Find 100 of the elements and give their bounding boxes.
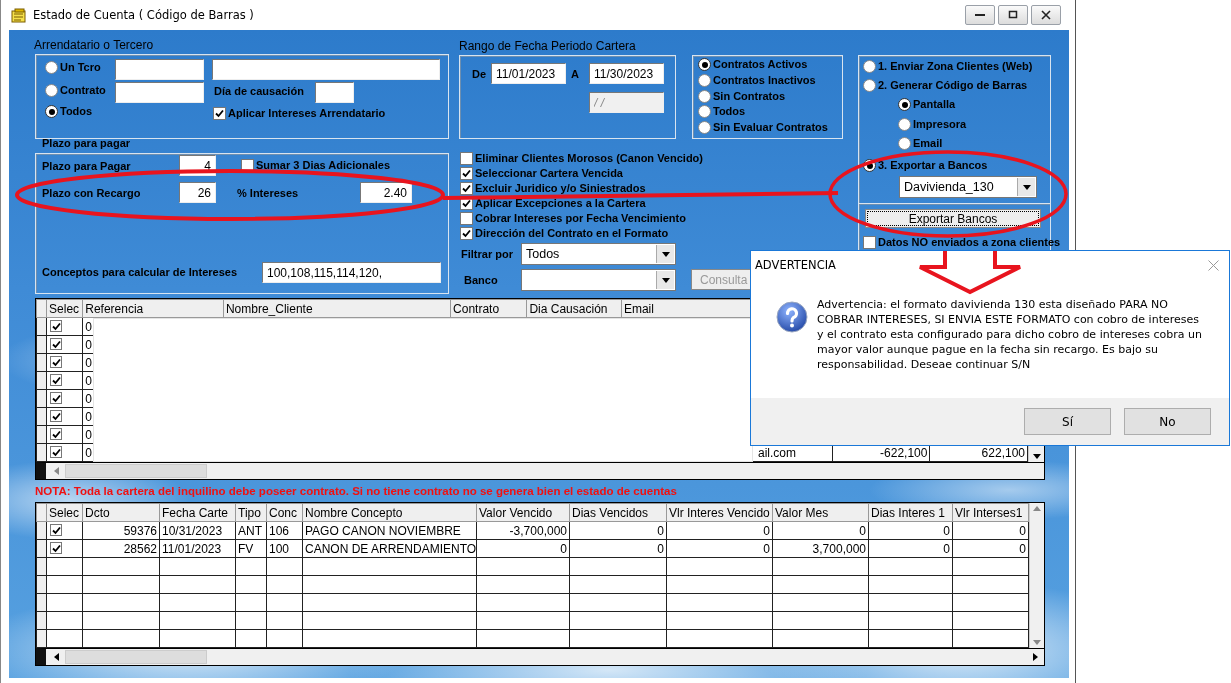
horizontal-scrollbar[interactable] [36,462,1044,479]
field-label: Plazo con Recargo [42,186,141,200]
minimize-button[interactable] [965,5,995,25]
group-label: Arrendatario o Tercero [34,38,154,52]
checkbox[interactable] [50,392,63,404]
column-header[interactable]: Selec [46,299,83,318]
checkbox[interactable] [50,524,62,536]
radio-button[interactable]: Un Tcro [45,60,101,75]
column-header[interactable]: Vlr Interses1 [952,503,1029,522]
table-cell: ANT [235,521,267,540]
column-header[interactable]: Dias Interes 1 [868,503,953,522]
radio-button[interactable]: 2. Generar Código de Barras [863,78,1028,93]
radio-button[interactable]: Impresora [898,116,967,132]
table-cell: 10/31/2023 [159,521,236,540]
vertical-scrollbar[interactable] [1029,503,1044,648]
date-field[interactable]: 11/01/2023 [491,63,566,84]
dropdown[interactable] [521,269,676,291]
table-cell: 106 [266,521,303,540]
checkbox[interactable]: Aplicar Intereses Arrendatario [213,106,386,121]
dialog-button[interactable]: Sí [1024,408,1111,435]
left-arrow-icon [54,653,59,661]
maximize-button[interactable] [998,5,1028,25]
close-icon[interactable] [1208,259,1219,271]
table-cell: CANON DE ARRENDAMIENTO [302,539,477,558]
close-button[interactable] [1031,5,1061,25]
column-header[interactable]: Referencia [82,299,224,318]
column-header[interactable]: Dia Causación [526,299,622,318]
table-cell: 0 [569,521,667,540]
radio-button[interactable]: Contrato [45,83,106,98]
dropdown[interactable]: Davivienda_130 [899,176,1037,198]
checkbox[interactable] [50,374,63,386]
checkbox[interactable] [50,428,63,440]
checkbox[interactable]: Dirección del Contrato en el Formato [460,226,669,241]
text-field[interactable]: 26 [179,182,216,203]
checkbox[interactable] [50,320,63,332]
table-cell: PAGO CANON NOVIEMBRE [302,521,477,540]
checkbox[interactable]: Eliminar Clientes Morosos (Canon Vencido) [460,151,703,166]
checkbox[interactable] [50,542,62,554]
text-field[interactable]: 100,108,115,114,120, [262,262,441,283]
column-header[interactable]: Vlr Interes Vencido [666,503,773,522]
field-label: De [472,67,487,81]
column-header[interactable]: Dias Vencidos [569,503,667,522]
checkbox[interactable] [50,356,63,368]
column-header[interactable]: Tipo [235,503,267,522]
field-label: Plazo para Pagar [42,159,131,173]
radio-button[interactable]: 1. Enviar Zona Clientes (Web) [863,59,1033,74]
radio-button[interactable]: Sin Evaluar Contratos [698,120,828,136]
text-field[interactable] [315,82,354,103]
window-title: Estado de Cuenta ( Código de Barras ) [33,8,254,22]
text-field[interactable]: 2.40 [360,182,412,203]
column-header[interactable]: Dcto [82,503,160,522]
export-button[interactable]: Exportar Bancos [865,209,1041,228]
column-header[interactable]: Valor Vencido [476,503,570,522]
text-field[interactable] [212,59,440,80]
column-header[interactable]: Fecha Carte [159,503,236,522]
table-cell: 59376 [82,521,160,540]
checkbox[interactable]: Excluir Juridico y/o Siniestrados [460,181,646,196]
minimize-icon [975,14,985,16]
radio-button[interactable]: Email [898,136,943,151]
date-field[interactable]: 11/30/2023 [589,63,664,84]
table-cell: 11/01/2023 [159,539,236,558]
checkbox[interactable]: Cobrar Intereses por Fecha Vencimiento [460,211,686,226]
dialog-button[interactable]: No [1124,408,1211,435]
checkbox[interactable]: Aplicar Excepciones a la Cartera [460,196,646,211]
table-cell: 0 [952,521,1029,540]
right-arrow-icon [1033,653,1038,661]
checkbox[interactable]: Sumar 3 Dias Adicionales [241,158,391,173]
table-cell: FV [235,539,267,558]
table-cell: 0 [868,521,953,540]
column-header[interactable]: Conc [266,503,303,522]
radio-button[interactable]: Pantalla [898,97,956,112]
column-header[interactable]: Nombre Concepto [302,503,477,522]
horizontal-scrollbar[interactable] [36,648,1044,665]
caret-icon [661,277,670,283]
checkbox[interactable] [50,446,63,458]
column-header[interactable]: Nombre_Cliente [223,299,451,318]
warning-note: NOTA: Toda la cartera del inquilino debe poseer contrato. Si no tiene contrato no se genera bien el estado de cuentas [35,485,677,497]
check-icon [215,109,224,118]
table-cell: 0 [868,539,953,558]
radio-button[interactable]: Todos [45,104,93,119]
down-arrow-icon [1033,640,1041,645]
table-cell: 0 [666,521,773,540]
checkbox[interactable] [50,410,63,422]
radio-button[interactable]: Contratos Inactivos [698,72,816,88]
text-field[interactable] [115,82,204,103]
column-header[interactable]: Valor Mes [772,503,869,522]
radio-button[interactable]: Todos [698,104,746,120]
group-label: Plazo para pagar [42,136,131,150]
checkbox[interactable] [50,338,63,350]
column-header[interactable]: Contrato [450,299,527,318]
maximize-icon [1008,10,1018,20]
checkbox[interactable]: Seleccionar Cartera Vencida [460,166,623,181]
caret-icon [661,251,670,257]
dropdown[interactable]: Todos [521,243,676,265]
text-field[interactable] [115,59,204,80]
radio-button[interactable]: 3. Exportar a Bancos [863,158,988,173]
radio-button[interactable]: Sin Contratos [698,88,786,104]
radio-button[interactable]: Contratos Activos [698,57,808,72]
column-header[interactable]: Selec [46,503,83,522]
left-arrow-icon [54,467,59,475]
